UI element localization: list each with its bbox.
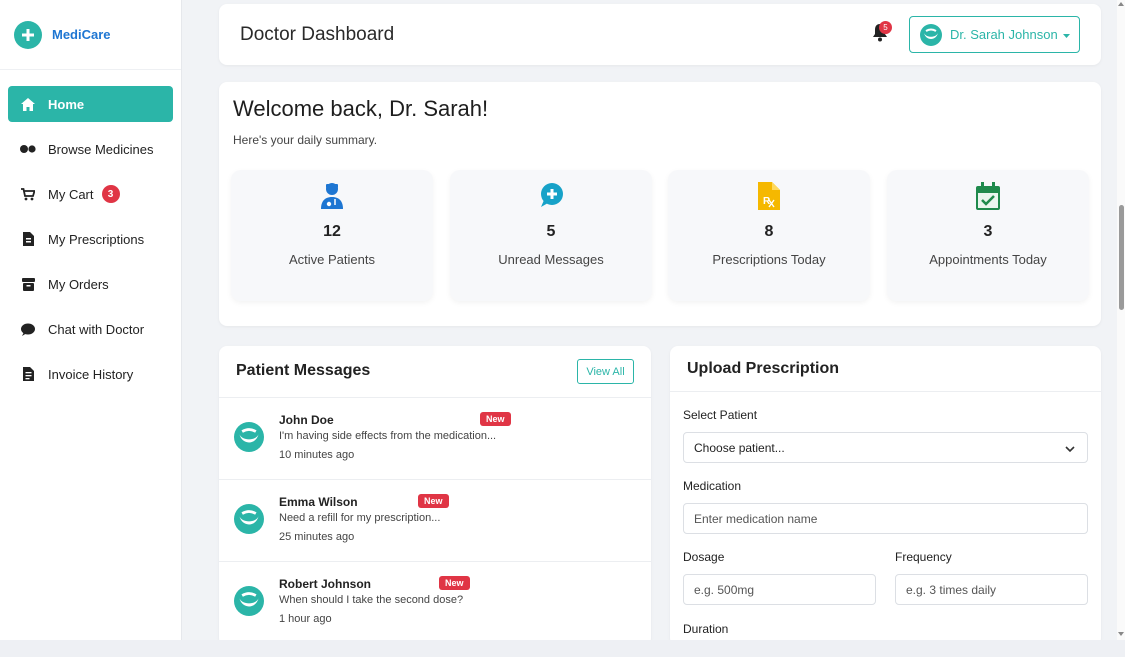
duration-label: Duration [683, 622, 729, 636]
sender-name: Robert Johnson [279, 577, 371, 591]
brand[interactable]: MediCare [0, 0, 181, 70]
message-time: 1 hour ago [279, 613, 332, 625]
medication-input[interactable]: Enter medication name [683, 503, 1088, 534]
scrollbar[interactable] [1117, 0, 1125, 640]
avatar [920, 23, 942, 46]
card-title: Patient Messages [236, 362, 371, 379]
prescription-file-icon [20, 231, 36, 247]
scroll-down-icon[interactable] [1118, 632, 1124, 636]
sender-name: Emma Wilson [279, 495, 358, 509]
scrollbar-thumb[interactable] [1119, 205, 1124, 310]
medication-placeholder: Enter medication name [694, 511, 818, 526]
dosage-input[interactable]: e.g. 500mg [683, 574, 876, 605]
sidebar-item-invoice-history[interactable]: Invoice History [8, 356, 173, 392]
welcome-subtitle: Here's your daily summary. [233, 133, 378, 147]
message-preview: I'm having side effects from the medicat… [279, 430, 497, 442]
message-list: John Doe New I'm having side effects fro… [219, 397, 651, 644]
sidebar-item-my-cart[interactable]: My Cart 3 [8, 176, 173, 212]
stat-card-appointments-today[interactable]: 3 Appointments Today [887, 170, 1089, 301]
list-item[interactable]: Emma Wilson New Need a refill for my pre… [219, 480, 651, 562]
message-time: 25 minutes ago [279, 531, 355, 543]
stat-card-prescriptions-today[interactable]: R 8 Prescriptions Today [668, 170, 870, 301]
patient-label: Select Patient [683, 408, 758, 422]
new-badge: New [439, 576, 470, 590]
frequency-label: Frequency [895, 550, 952, 564]
frequency-input[interactable]: e.g. 3 times daily [895, 574, 1088, 605]
stat-label: Appointments Today [929, 252, 1047, 267]
sidebar-item-chat-with-doctor[interactable]: Chat with Doctor [8, 311, 173, 347]
caret-down-icon [1062, 27, 1070, 42]
rx-file-icon: R [756, 182, 782, 210]
sidebar-item-label: Chat with Doctor [48, 321, 145, 337]
sidebar-item-label: Home [48, 96, 85, 112]
avatar [234, 586, 264, 616]
brand-name: MediCare [52, 27, 111, 42]
invoice-icon [20, 366, 36, 382]
pills-icon [20, 141, 36, 157]
stat-label: Unread Messages [498, 252, 604, 267]
notification-badge: 5 [879, 21, 892, 34]
stat-card-unread-messages[interactable]: 5 Unread Messages [450, 170, 652, 301]
avatar [234, 504, 264, 534]
stat-value: 5 [546, 223, 556, 240]
plus-icon [14, 20, 42, 49]
sidebar-item-browse-medicines[interactable]: Browse Medicines [8, 131, 173, 167]
sidebar-item-label: My Cart [48, 186, 94, 202]
sidebar-nav: Home Browse Medicines My Cart 3 My Presc… [0, 70, 181, 392]
scroll-up-icon[interactable] [1118, 2, 1124, 6]
sidebar-item-my-orders[interactable]: My Orders [8, 266, 173, 302]
welcome-title: Welcome back, Dr. Sarah! [233, 96, 489, 121]
page-title: Doctor Dashboard [240, 23, 395, 45]
message-preview: When should I take the second dose? [279, 594, 464, 606]
sidebar: MediCare Home Browse Medicines My Cart 3 [0, 0, 182, 640]
message-plus-icon [538, 182, 564, 210]
new-badge: New [480, 412, 511, 426]
stat-label: Prescriptions Today [712, 252, 826, 267]
view-all-button[interactable]: View All [577, 359, 634, 384]
bottom-strip [0, 640, 1125, 657]
box-icon [20, 276, 36, 292]
chat-icon [20, 321, 36, 337]
patient-select[interactable]: Choose patient... [683, 432, 1088, 463]
divider [670, 391, 1101, 392]
calendar-check-icon [975, 182, 1001, 210]
list-item[interactable]: Robert Johnson New When should I take th… [219, 562, 651, 644]
message-time: 10 minutes ago [279, 449, 355, 461]
top-header: Doctor Dashboard 5 Dr. Sarah Johnson [219, 4, 1101, 65]
stat-value: 12 [323, 223, 341, 240]
upload-prescription-card: Upload Prescription Select Patient Choos… [670, 346, 1101, 646]
patient-select-value: Choose patient... [694, 440, 785, 455]
dosage-placeholder: e.g. 500mg [694, 582, 755, 597]
stat-card-active-patients[interactable]: 12 Active Patients [231, 170, 433, 301]
sidebar-item-my-prescriptions[interactable]: My Prescriptions [8, 221, 173, 257]
sidebar-item-label: My Prescriptions [48, 231, 145, 247]
stat-value: 8 [764, 223, 774, 240]
user-name: Dr. Sarah Johnson [950, 27, 1058, 42]
list-item[interactable]: John Doe New I'm having side effects fro… [219, 398, 651, 480]
home-icon [20, 96, 36, 112]
new-badge: New [418, 494, 449, 508]
avatar [234, 422, 264, 452]
sidebar-item-label: My Orders [48, 276, 109, 292]
dosage-label: Dosage [683, 550, 725, 564]
patient-icon [319, 182, 345, 210]
cart-icon [20, 186, 36, 202]
frequency-placeholder: e.g. 3 times daily [906, 582, 997, 597]
stat-value: 3 [983, 223, 993, 240]
cart-count-badge: 3 [101, 185, 120, 203]
patient-messages-card: Patient Messages View All John Doe New I… [219, 346, 651, 646]
medication-label: Medication [683, 479, 742, 493]
sidebar-item-home[interactable]: Home [8, 86, 173, 122]
user-menu-button[interactable]: Dr. Sarah Johnson [909, 16, 1080, 53]
card-title: Upload Prescription [687, 360, 840, 377]
message-preview: Need a refill for my prescription... [279, 512, 441, 524]
sidebar-item-label: Browse Medicines [48, 141, 154, 157]
welcome-card: Welcome back, Dr. Sarah! Here's your dai… [219, 82, 1101, 326]
chevron-down-icon [1065, 443, 1075, 453]
stat-label: Active Patients [289, 252, 375, 267]
sidebar-item-label: Invoice History [48, 366, 134, 382]
sender-name: John Doe [279, 413, 334, 427]
